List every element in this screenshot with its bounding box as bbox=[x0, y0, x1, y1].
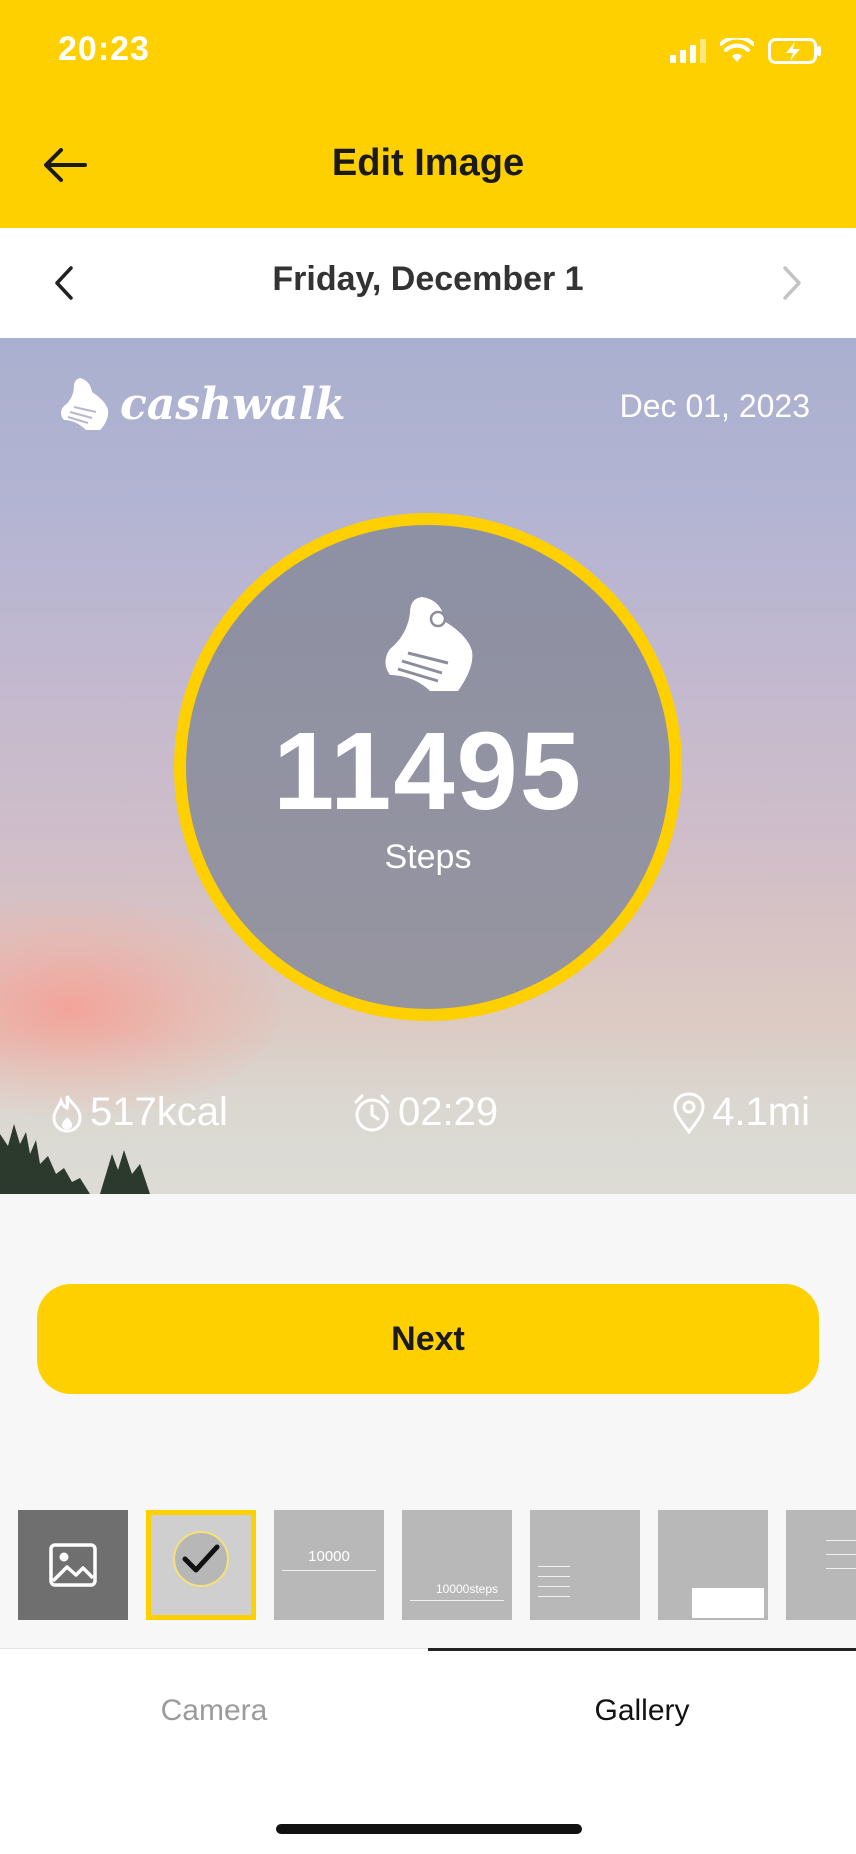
alarm-clock-icon bbox=[354, 1094, 390, 1131]
tab-divider bbox=[0, 1648, 428, 1649]
tab-camera[interactable]: Camera bbox=[0, 1694, 428, 1728]
distance-stat: 4.1mi bbox=[672, 1090, 810, 1135]
calories-stat: 517kcal bbox=[50, 1090, 228, 1135]
home-indicator[interactable] bbox=[276, 1824, 582, 1834]
card-date: Dec 01, 2023 bbox=[619, 388, 810, 424]
shoe-icon bbox=[61, 378, 109, 430]
edit-image-screen: 20:23 Edit Image Friday, December 1 cash… bbox=[0, 0, 856, 1854]
template-line bbox=[826, 1568, 856, 1569]
app-header: 20:23 Edit Image bbox=[0, 0, 856, 228]
active-tab-indicator bbox=[428, 1648, 856, 1651]
distance-value: 4.1mi bbox=[712, 1090, 810, 1134]
signal-icon bbox=[670, 39, 706, 63]
template-line bbox=[538, 1586, 570, 1587]
wifi-icon bbox=[720, 38, 754, 62]
template-divider bbox=[282, 1570, 376, 1571]
template-thumb-list[interactable] bbox=[530, 1510, 640, 1620]
brand-logo: cashwalk bbox=[58, 376, 346, 432]
shoe-icon bbox=[385, 597, 473, 691]
template-line bbox=[538, 1566, 570, 1567]
chevron-right-icon bbox=[783, 266, 801, 300]
photo-preview[interactable]: cashwalk Dec 01, 2023 11495 Steps 517kca… bbox=[0, 338, 856, 1194]
calories-value: 517kcal bbox=[90, 1090, 228, 1134]
page-title: Edit Image bbox=[331, 142, 525, 184]
tab-gallery[interactable]: Gallery bbox=[428, 1694, 856, 1728]
template-steps-text: 10000 bbox=[308, 1548, 350, 1565]
checkmark-icon bbox=[182, 1544, 220, 1573]
date-navigation: Friday, December 1 bbox=[0, 228, 856, 338]
next-date-button[interactable] bbox=[772, 258, 812, 308]
template-divider bbox=[410, 1600, 504, 1601]
brand-name: cashwalk bbox=[120, 378, 346, 430]
battery-charging-icon bbox=[768, 38, 821, 64]
next-button[interactable]: Next bbox=[37, 1284, 819, 1394]
template-steps-text: 10000steps bbox=[435, 1582, 499, 1596]
steps-label: Steps bbox=[384, 838, 472, 876]
template-line bbox=[826, 1554, 856, 1555]
template-thumb-partial[interactable] bbox=[786, 1510, 856, 1620]
template-thumb-steps-center[interactable]: 10000 bbox=[274, 1510, 384, 1620]
template-line bbox=[538, 1596, 570, 1597]
status-time: 20:23 bbox=[58, 30, 150, 68]
location-pin-icon bbox=[673, 1091, 705, 1134]
current-date: Friday, December 1 bbox=[272, 260, 584, 298]
status-icons bbox=[670, 38, 822, 64]
image-icon bbox=[49, 1543, 97, 1587]
template-line bbox=[826, 1540, 856, 1541]
template-strip[interactable]: 10000 10000steps bbox=[18, 1510, 856, 1622]
template-thumb-ring[interactable] bbox=[146, 1510, 256, 1620]
steps-count: 11495 bbox=[273, 710, 583, 833]
duration-value: 02:29 bbox=[398, 1090, 499, 1134]
template-line bbox=[538, 1576, 570, 1577]
gallery-picker-thumb[interactable] bbox=[18, 1510, 128, 1620]
template-thumb-brand-bottom[interactable]: 10000steps bbox=[402, 1510, 512, 1620]
template-thumb-card[interactable] bbox=[658, 1510, 768, 1620]
flame-icon bbox=[52, 1094, 82, 1133]
duration-stat: 02:29 bbox=[352, 1090, 498, 1135]
template-mini-card bbox=[692, 1588, 764, 1618]
